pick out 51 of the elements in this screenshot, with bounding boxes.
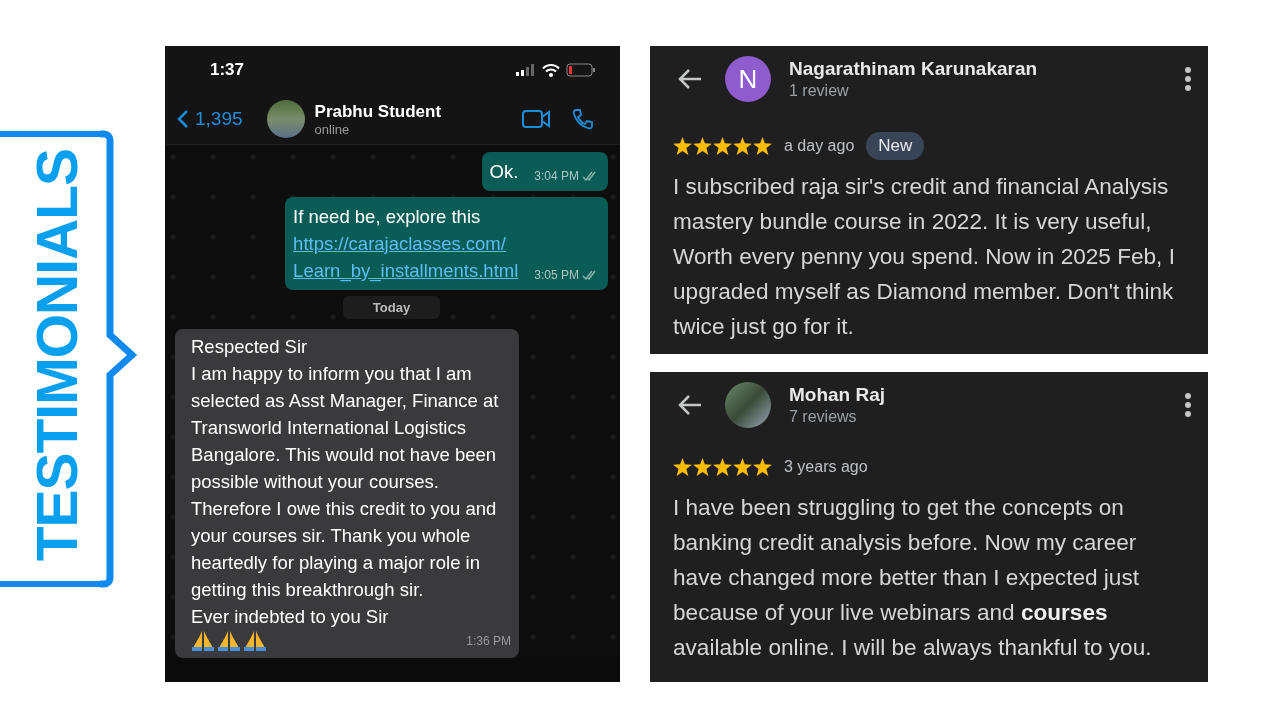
- message-time: 3:04 PM: [534, 168, 579, 185]
- back-chevron-icon: [177, 109, 189, 129]
- star-icon: [673, 137, 692, 155]
- double-check-icon: [582, 171, 598, 181]
- wifi-icon: [542, 63, 560, 77]
- star-icon: [693, 458, 712, 476]
- battery-icon: [566, 63, 596, 77]
- video-call-button[interactable]: [522, 110, 550, 128]
- message-time: 3:05 PM: [534, 267, 579, 284]
- review-text: I subscribed raja sir's credit and financial Analysis mastery bundle course in 2022. It is very useful, Worth every penny you spend. Now in 2025 Feb, I upgraded myself as Diamond member. Don't think twice just go for it.: [673, 173, 1176, 341]
- praying-hands-icon: [243, 630, 267, 652]
- contact-avatar: [266, 100, 305, 138]
- contact-status: online: [314, 121, 351, 137]
- review-count: 1 review: [789, 82, 850, 100]
- star-icon: [733, 137, 752, 155]
- star-icon: [753, 137, 772, 155]
- double-check-icon: [582, 270, 598, 280]
- star-icon: [713, 137, 732, 155]
- new-badge: New: [866, 132, 925, 160]
- praying-hands-icon: [217, 630, 241, 652]
- review-text: I have been struggling to get the concepts on banking credit analysis before. Now my career have changed more better than I expected just because of your live webinars and courses available online. I will be always thankful to you.: [673, 494, 1153, 662]
- reviewer-name: Mohan Raj: [789, 384, 887, 406]
- date-divider: Today: [342, 296, 441, 319]
- star-icon: [673, 458, 692, 476]
- testimonials-title: TESTIMONIALS: [24, 148, 90, 562]
- reviewer-name: Nagarathinam Karunakaran: [789, 58, 1039, 80]
- signal-icon: [516, 64, 536, 76]
- back-button[interactable]: [677, 394, 703, 416]
- back-button[interactable]: 1,395: [177, 108, 243, 130]
- call-button[interactable]: [572, 108, 594, 130]
- star-icon: [713, 458, 732, 476]
- message-link[interactable]: https://carajaclasses.com/: [293, 230, 519, 257]
- more-options-button[interactable]: [1184, 66, 1192, 92]
- star-icon: [693, 137, 712, 155]
- contact-name: Prabhu Student: [314, 101, 443, 122]
- message-text: Respected Sir I am happy to inform you that I am selected as Asst Manager, Finance at Transworld International Logistics Bangalore. This would not have been possible without your courses. Therefore I owe this credit to you and your courses sir. Thank you whole heartedly for playing a major role in getting this breakthrough sir. Ever indebted to you Sir: [191, 335, 500, 629]
- review-time: 3 years ago: [784, 458, 868, 476]
- more-options-button[interactable]: [1184, 392, 1192, 418]
- star-icon: [733, 458, 752, 476]
- status-bar-time: 1:37: [210, 60, 245, 80]
- message-time: 1:36 PM: [466, 633, 511, 650]
- message-text: If need be, explore this: [293, 205, 482, 229]
- praying-hands-icon: [191, 630, 215, 652]
- star-icon: [753, 458, 772, 476]
- avatar-photo-placeholder: [725, 382, 771, 428]
- message-text: Ok.: [489, 160, 519, 184]
- review-count: 7 reviews: [789, 408, 858, 426]
- back-button[interactable]: [677, 68, 703, 90]
- message-link[interactable]: Learn_by_installments.html: [293, 257, 519, 284]
- review-time: a day ago: [784, 137, 855, 155]
- avatar-letter: N: [725, 56, 771, 102]
